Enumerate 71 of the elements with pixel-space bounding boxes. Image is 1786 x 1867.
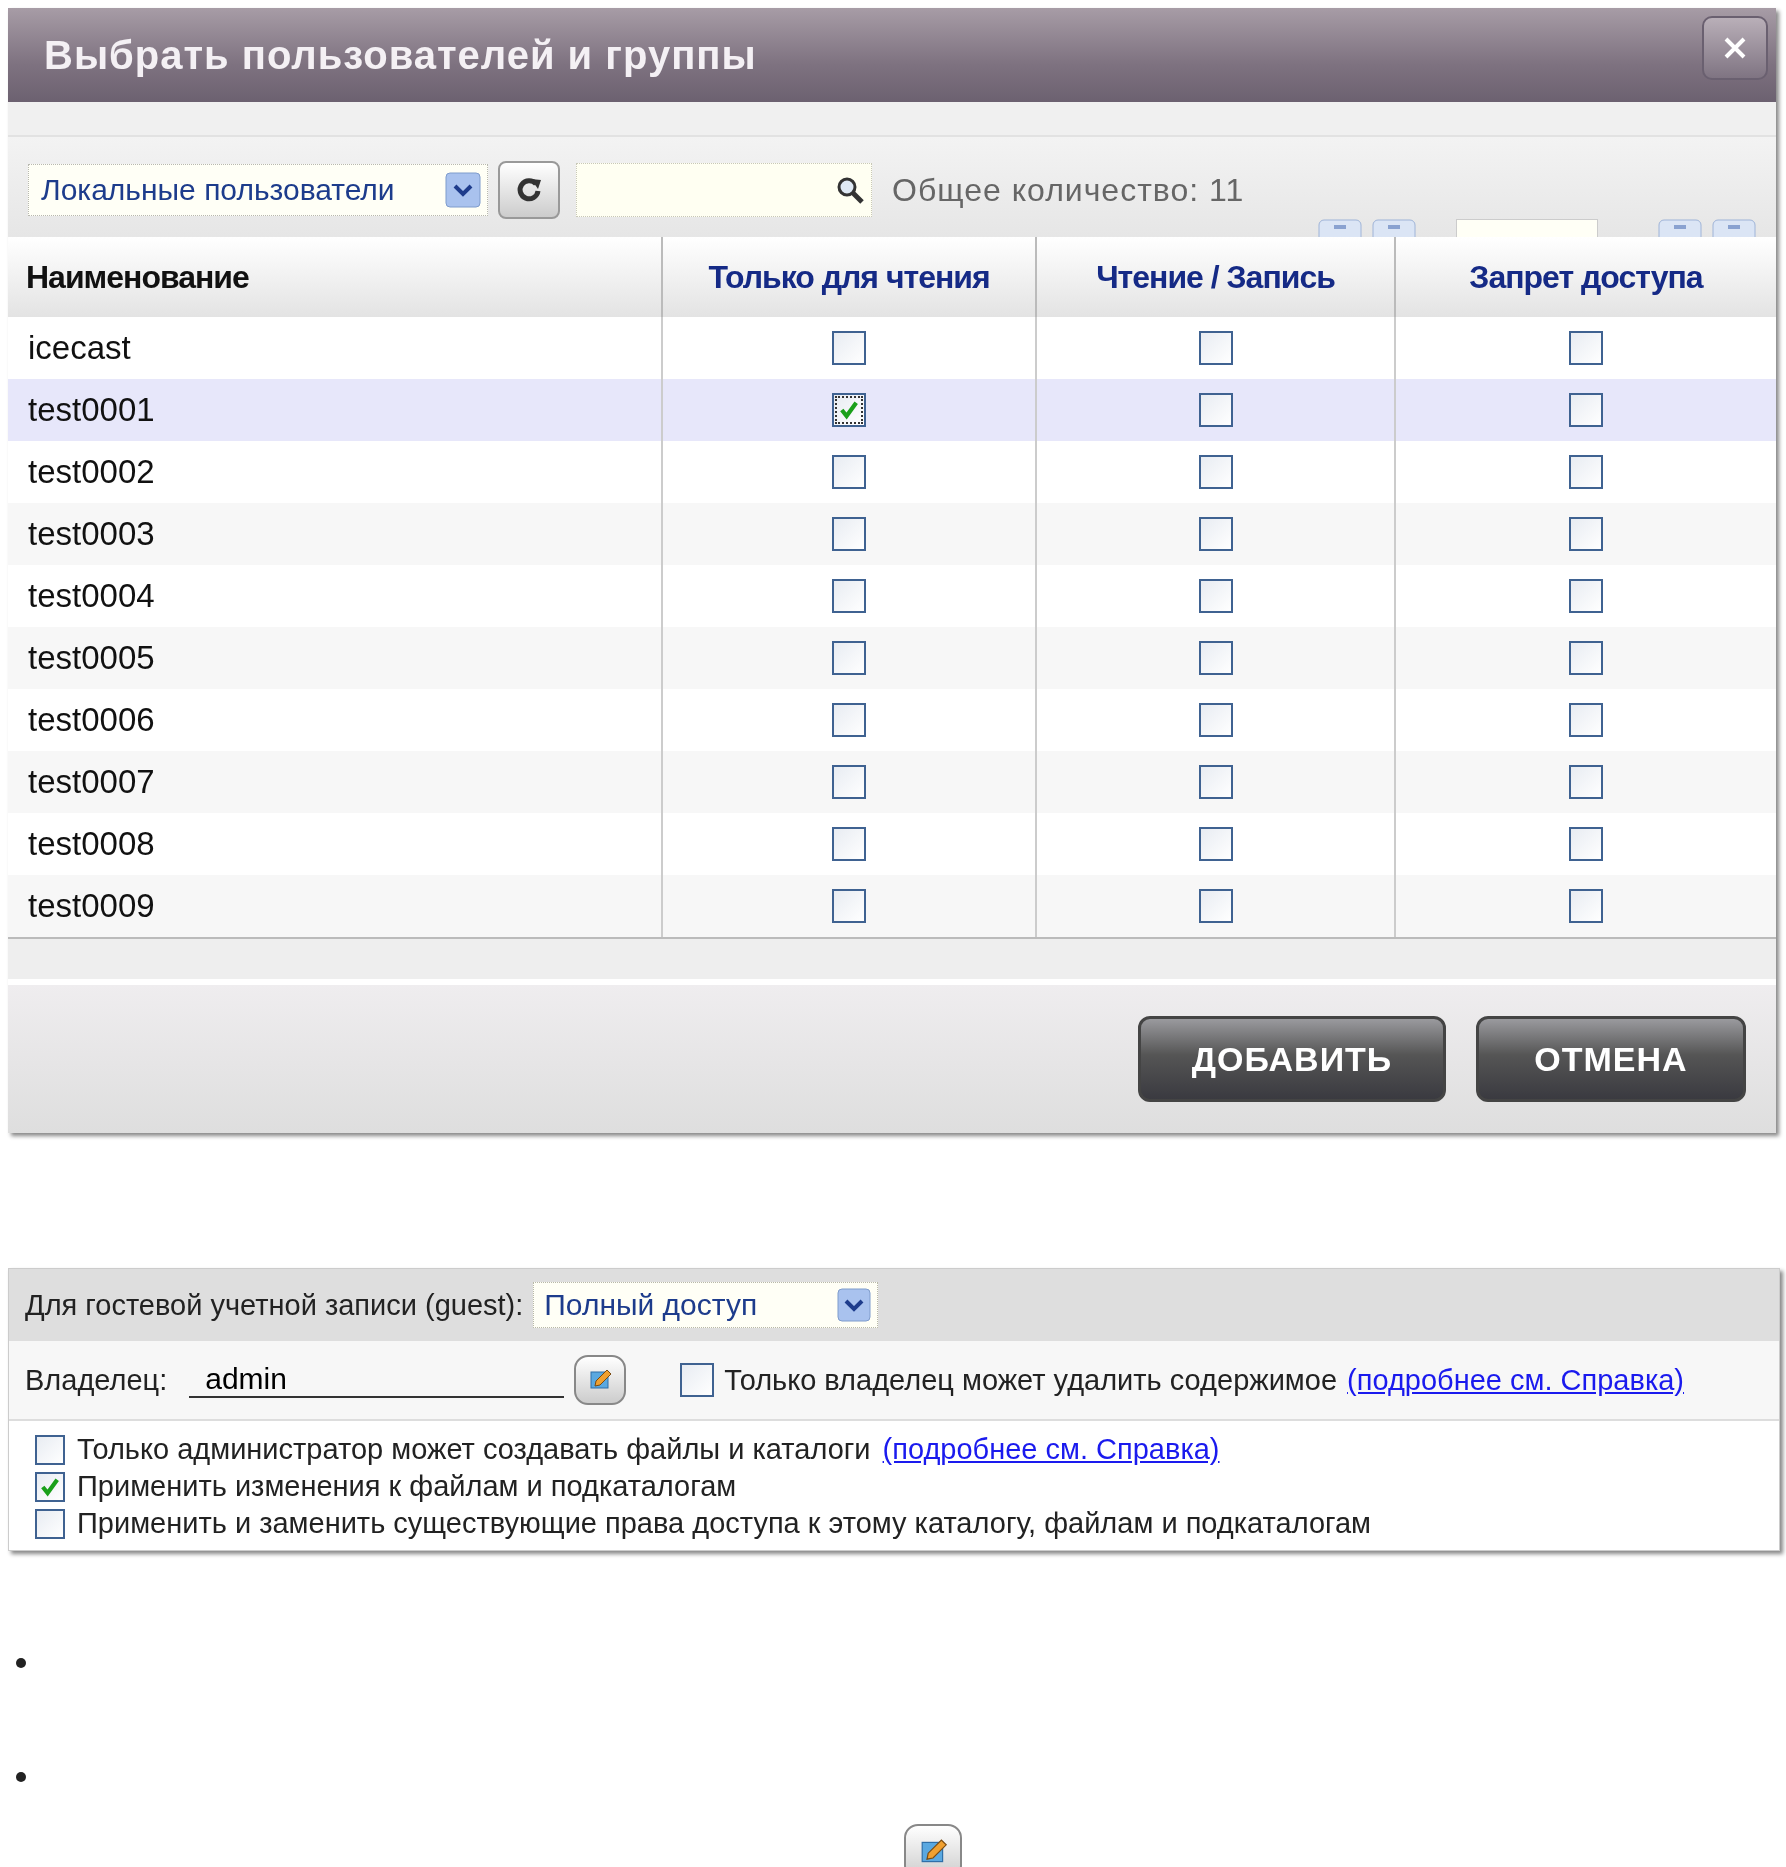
- source-dropdown[interactable]: Локальные пользователи: [28, 164, 488, 216]
- cancel-button[interactable]: ОТМЕНА: [1476, 1016, 1746, 1102]
- table-cell[interactable]: test0009: [8, 875, 662, 937]
- option-label: Только администратор может создавать файлы и каталоги: [77, 1433, 871, 1466]
- option-label: Применить и заменить существующие права доступа к этому каталогу, файлам и подкаталогам: [77, 1507, 1372, 1540]
- checkbox[interactable]: [1569, 517, 1603, 551]
- checkbox[interactable]: [1198, 331, 1233, 365]
- checkbox[interactable]: [832, 393, 866, 427]
- refresh-button[interactable]: [498, 161, 560, 219]
- owner-field[interactable]: admin: [189, 1362, 565, 1398]
- checkbox[interactable]: [1569, 765, 1603, 799]
- field-label: Для гостевой учетной записи (guest):: [25, 1288, 524, 1322]
- add-button[interactable]: ДОБАВИТЬ: [1138, 1016, 1446, 1102]
- window-title: Выбрать пользователей и группы: [44, 32, 757, 78]
- checkbox[interactable]: [1569, 455, 1603, 489]
- table-cell[interactable]: test0002: [8, 441, 662, 503]
- search-field[interactable]: [576, 163, 872, 217]
- help-link[interactable]: (подробнее см. Справка): [882, 1433, 1220, 1466]
- checkbox[interactable]: [832, 703, 866, 737]
- help-link[interactable]: (подробнее см. Справка): [1347, 1363, 1684, 1397]
- checkbox[interactable]: [1569, 579, 1603, 613]
- bullet-dot: [16, 1772, 26, 1782]
- column-header[interactable]: Наименование: [8, 237, 662, 317]
- checkbox[interactable]: [35, 1434, 65, 1465]
- checkbox[interactable]: [1198, 889, 1233, 923]
- table-cell[interactable]: test0006: [8, 689, 662, 751]
- checkbox[interactable]: [1198, 393, 1233, 427]
- table-cell[interactable]: test0003: [8, 503, 662, 565]
- checkbox[interactable]: [1569, 889, 1603, 923]
- checkbox[interactable]: [832, 455, 866, 489]
- checkbox[interactable]: [832, 889, 866, 923]
- field-label: Владелец:: [25, 1363, 168, 1397]
- option-label: Только владелец может удалить содержимое: [724, 1363, 1338, 1397]
- checkbox[interactable]: [1569, 641, 1603, 675]
- checkbox[interactable]: [1198, 703, 1233, 737]
- option-label: Применить изменения к файлам и подкаталогам: [77, 1470, 737, 1503]
- table-cell[interactable]: test0004: [8, 565, 662, 627]
- checkbox[interactable]: [1198, 579, 1233, 613]
- table-cell[interactable]: test0008: [8, 813, 662, 875]
- checkbox[interactable]: [1569, 393, 1603, 427]
- total-count: Общее количество: 11: [892, 171, 1245, 209]
- checkbox[interactable]: [1198, 455, 1233, 489]
- checkbox[interactable]: [1569, 331, 1603, 365]
- access-dropdown[interactable]: Полный доступ: [533, 1282, 879, 1328]
- checkbox[interactable]: [832, 331, 866, 365]
- checkbox[interactable]: [680, 1363, 715, 1397]
- column-header[interactable]: Запрет доступа: [1395, 237, 1776, 317]
- checkbox[interactable]: [832, 765, 866, 799]
- column-header[interactable]: Только для чтения: [662, 237, 1036, 317]
- table-cell[interactable]: test0007: [8, 751, 662, 813]
- checkbox[interactable]: [1569, 827, 1603, 861]
- checkbox[interactable]: [1198, 517, 1233, 551]
- checkbox[interactable]: [832, 517, 866, 551]
- checkbox[interactable]: [1198, 765, 1233, 799]
- bullet-dot: [16, 1658, 26, 1668]
- checkbox[interactable]: [35, 1508, 65, 1539]
- close-button[interactable]: [1702, 16, 1768, 80]
- table-cell[interactable]: test0005: [8, 627, 662, 689]
- checkbox[interactable]: [1569, 703, 1603, 737]
- checkbox[interactable]: [832, 641, 866, 675]
- edit-button[interactable]: [904, 1824, 962, 1867]
- column-header[interactable]: Чтение / Запись: [1036, 237, 1395, 317]
- search-icon[interactable]: [835, 175, 865, 205]
- edit-button[interactable]: [574, 1355, 627, 1405]
- checkbox[interactable]: [1198, 641, 1233, 675]
- checkbox[interactable]: [832, 579, 866, 613]
- checkbox[interactable]: [1198, 827, 1233, 861]
- table-cell[interactable]: icecast: [8, 317, 662, 379]
- checkbox[interactable]: [832, 827, 866, 861]
- checkbox[interactable]: [35, 1471, 65, 1502]
- table-cell[interactable]: test0001: [8, 379, 662, 441]
